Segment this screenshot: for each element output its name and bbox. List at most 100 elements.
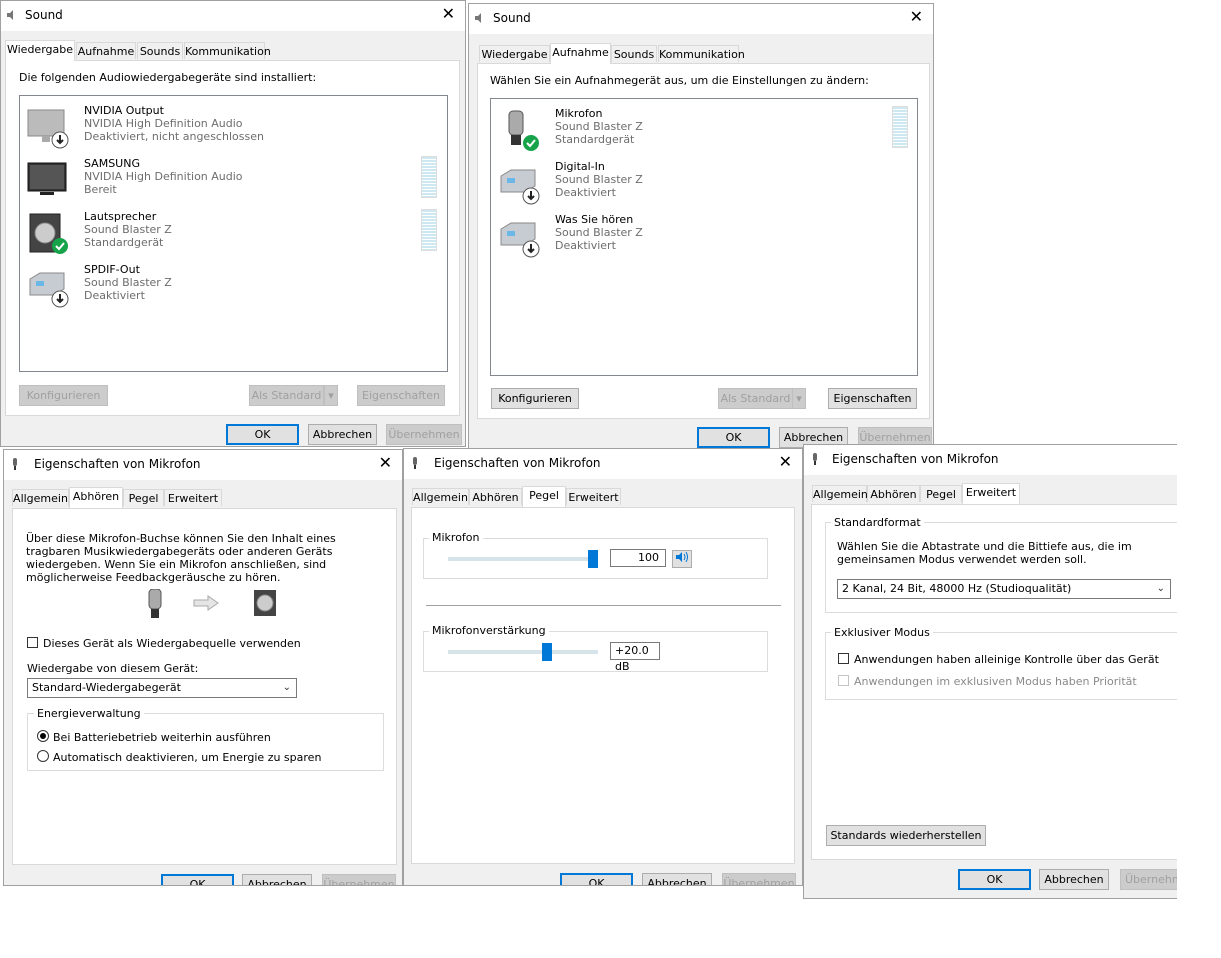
exclusive-control-checkbox[interactable]	[838, 653, 849, 664]
list-item[interactable]: SAMSUNG NVIDIA High Definition Audio Ber…	[26, 157, 426, 207]
properties-button[interactable]: Eigenschaften	[357, 385, 445, 406]
close-icon[interactable]: ✕	[442, 4, 455, 23]
device-status: Standardgerät	[555, 133, 635, 146]
exclusive-mode-label: Exklusiver Modus	[831, 626, 933, 639]
tab-abhoeren[interactable]: Abhören	[469, 488, 522, 505]
apply-button[interactable]: Übernehmen	[322, 874, 396, 885]
set-default-button[interactable]: Als Standard	[249, 385, 324, 406]
apply-button[interactable]: Übernehmen	[1120, 869, 1177, 890]
properties-button[interactable]: Eigenschaften	[828, 388, 917, 409]
intro-text: Wählen Sie ein Aufnahmegerät aus, um die…	[490, 74, 869, 87]
set-default-button[interactable]: Als Standard	[718, 388, 793, 409]
tab-pegel[interactable]: Pegel	[123, 489, 164, 506]
restore-defaults-button[interactable]: Standards wiederherstellen	[826, 825, 986, 846]
tab-kommunikation[interactable]: Kommunikation	[184, 42, 271, 59]
speaker-app-icon	[7, 10, 13, 20]
tab-sounds[interactable]: Sounds	[137, 42, 183, 59]
cancel-button[interactable]: Abbrechen	[1039, 869, 1109, 890]
set-default-dropdown[interactable]: ▾	[324, 385, 338, 406]
tab-erweitert[interactable]: Erweitert	[566, 488, 621, 505]
recording-device-list[interactable]: Mikrofon Sound Blaster Z Standardgerät D…	[490, 98, 918, 376]
ok-button[interactable]: OK	[161, 874, 234, 885]
listen-checkbox[interactable]	[27, 637, 38, 648]
tab-erweitert[interactable]: Erweitert	[164, 489, 222, 506]
device-name: Mikrofon	[555, 107, 603, 120]
list-item[interactable]: Digital-In Sound Blaster Z Deaktiviert	[497, 160, 897, 210]
configure-button[interactable]: Konfigurieren	[19, 385, 108, 406]
device-driver: NVIDIA High Definition Audio	[84, 117, 243, 130]
tab-panel: Wählen Sie ein Aufnahmegerät aus, um die…	[477, 63, 930, 419]
ok-button[interactable]: OK	[226, 424, 299, 445]
device-name: Digital-In	[555, 160, 605, 173]
sound-dialog-playback: Sound ✕ Wiedergabe Aufnahme Sounds Kommu…	[0, 0, 466, 447]
tab-pegel[interactable]: Pegel	[522, 486, 566, 507]
list-item[interactable]: SPDIF-Out Sound Blaster Z Deaktiviert	[26, 263, 426, 313]
boost-track[interactable]	[448, 650, 598, 654]
tab-erweitert[interactable]: Erweitert	[962, 483, 1020, 504]
exclusive-priority-checkbox[interactable]	[838, 675, 849, 686]
playback-device-list[interactable]: NVIDIA Output NVIDIA High Definition Aud…	[19, 95, 448, 372]
tab-aufnahme[interactable]: Aufnahme	[76, 42, 136, 59]
mic-properties-listen: Eigenschaften von Mikrofon ✕ Allgemein A…	[3, 449, 403, 886]
cancel-button[interactable]: Abbrechen	[308, 424, 377, 445]
close-icon[interactable]: ✕	[779, 452, 792, 471]
mic-properties-levels: Eigenschaften von Mikrofon ✕ Allgemein A…	[403, 448, 803, 886]
list-item[interactable]: Lautsprecher Sound Blaster Z Standardger…	[26, 210, 426, 260]
configure-button[interactable]: Konfigurieren	[491, 388, 579, 409]
sound-dialog-recording: Sound ✕ Wiedergabe Aufnahme Sounds Kommu…	[468, 3, 934, 450]
window-title: Sound	[493, 11, 531, 25]
device-driver: Sound Blaster Z	[555, 173, 643, 186]
default-format-select[interactable]: 2 Kanal, 24 Bit, 48000 Hz (Studioqualitä…	[837, 579, 1171, 599]
boost-input[interactable]: +20.0 dB	[610, 642, 660, 673]
apply-button[interactable]: Übernehmen	[386, 424, 462, 445]
separator	[426, 605, 781, 606]
boost-slider[interactable]	[541, 643, 552, 661]
tab-allgemein[interactable]: Allgemein	[812, 485, 868, 502]
device-name: SAMSUNG	[84, 157, 140, 170]
apply-button[interactable]: Übernehmen	[722, 873, 796, 885]
tab-allgemein[interactable]: Allgemein	[12, 489, 69, 506]
window-title: Eigenschaften von Mikrofon	[34, 457, 201, 471]
tab-kommunikation[interactable]: Kommunikation	[658, 45, 745, 62]
microphone-app-icon	[413, 457, 417, 469]
cancel-button[interactable]: Abbrechen	[642, 873, 712, 885]
mic-level-track[interactable]	[448, 557, 598, 561]
tab-allgemein[interactable]: Allgemein	[412, 488, 469, 505]
tab-abhoeren[interactable]: Abhören	[69, 487, 123, 508]
ok-button[interactable]: OK	[560, 873, 633, 885]
exclusive-priority-label: Anwendungen im exklusiven Modus haben Pr…	[854, 675, 1137, 688]
mic-level-slider[interactable]	[588, 550, 598, 568]
power-option-disable-radio[interactable]	[37, 750, 49, 762]
microphone-icon	[148, 589, 162, 618]
tv-icon	[27, 162, 67, 195]
close-icon[interactable]: ✕	[379, 453, 392, 472]
chevron-down-icon: ▾	[796, 392, 802, 405]
list-item[interactable]: Mikrofon Sound Blaster Z Standardgerät	[497, 107, 897, 157]
playback-device-select[interactable]: Standard-Wiedergabegerät ⌄	[27, 678, 297, 698]
power-option-continue-radio[interactable]	[37, 730, 49, 742]
mic-level-input[interactable]: 100	[610, 549, 666, 567]
mic-level-group: Mikrofon 100	[423, 531, 768, 579]
close-icon[interactable]: ✕	[910, 7, 923, 26]
tab-pegel[interactable]: Pegel	[920, 485, 962, 502]
device-name: NVIDIA Output	[84, 104, 164, 117]
mic-properties-advanced: Eigenschaften von Mikrofon Allgemein Abh…	[803, 444, 1177, 899]
set-default-dropdown[interactable]: ▾	[792, 388, 806, 409]
mic-level-label: Mikrofon	[429, 531, 483, 544]
list-item[interactable]: Was Sie hören Sound Blaster Z Deaktivier…	[497, 213, 897, 263]
list-item[interactable]: NVIDIA Output NVIDIA High Definition Aud…	[26, 104, 426, 154]
tab-sounds[interactable]: Sounds	[611, 45, 657, 62]
cancel-button[interactable]: Abbrechen	[242, 874, 312, 885]
tab-abhoeren[interactable]: Abhören	[867, 485, 920, 502]
ok-button[interactable]: OK	[958, 869, 1031, 890]
title-bar: Sound ✕	[1, 1, 465, 31]
window-title: Sound	[25, 8, 63, 22]
ok-button[interactable]: OK	[697, 427, 770, 448]
intro-text: Die folgenden Audiowiedergabegeräte sind…	[19, 71, 317, 84]
tab-aufnahme[interactable]: Aufnahme	[550, 43, 611, 64]
chevron-down-icon: ⌄	[1156, 583, 1165, 594]
tab-wiedergabe[interactable]: Wiedergabe	[479, 45, 550, 62]
power-option-continue-label: Bei Batteriebetrieb weiterhin ausführen	[53, 731, 271, 744]
mute-toggle-button[interactable]	[672, 550, 692, 568]
tab-wiedergabe[interactable]: Wiedergabe	[5, 40, 75, 61]
